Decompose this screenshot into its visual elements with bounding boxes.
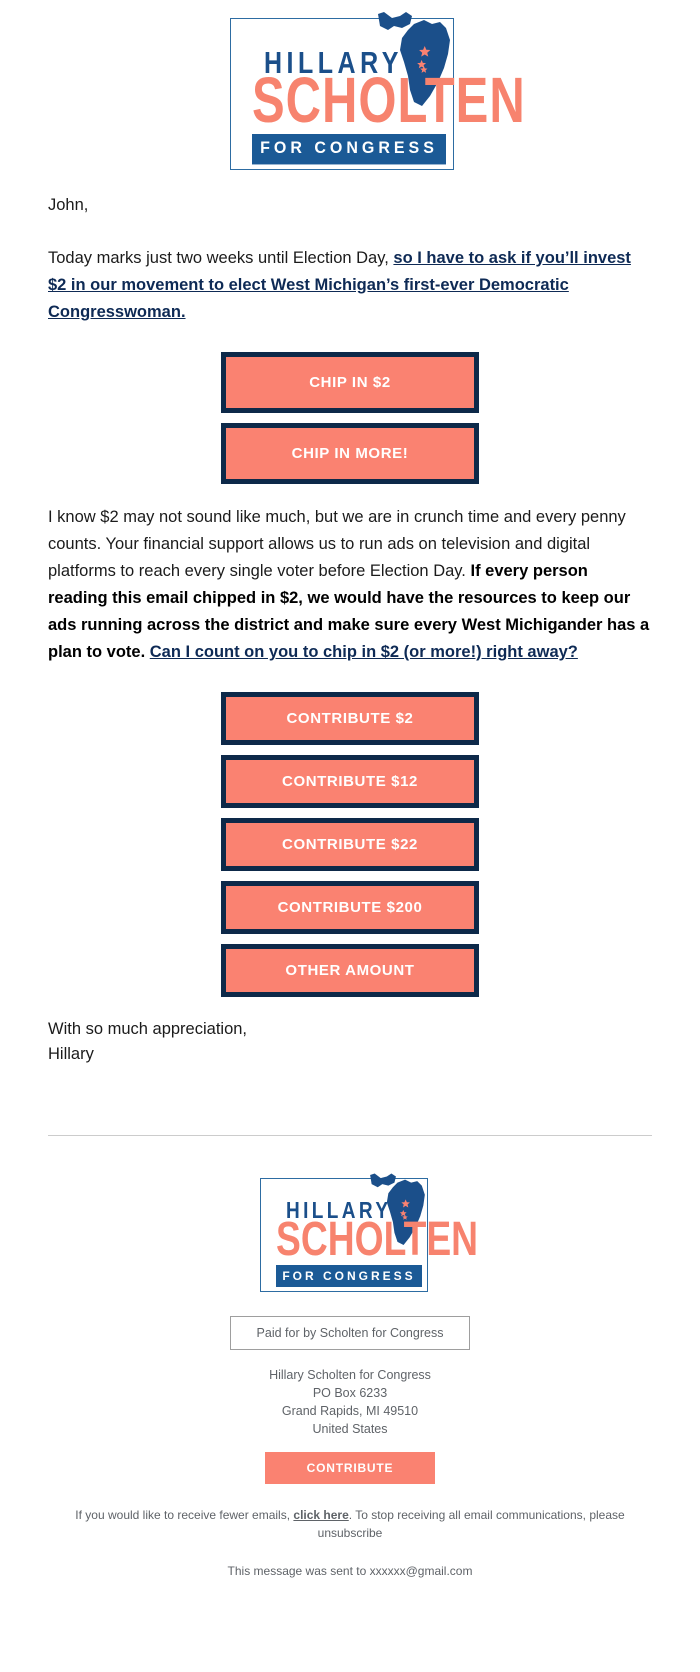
address-line-1: Hillary Scholten for Congress (269, 1368, 431, 1382)
fine-print-after: . To stop receiving all email communicat… (317, 1508, 625, 1540)
paragraph-intro-plain: Today marks just two weeks until Electio… (48, 249, 394, 267)
email-header: HILLARY SCHOLTEN FOR CONGRESS (0, 0, 700, 192)
signoff-line-1: With so much appreciation, (48, 1020, 248, 1038)
campaign-logo[interactable]: HILLARY SCHOLTEN FOR CONGRESS (230, 10, 525, 174)
cta-row: CONTRIBUTE $22 (48, 818, 652, 871)
sent-to-line: This message was sent to xxxxxx@gmail.co… (227, 1564, 473, 1578)
address-line-4: United States (312, 1422, 388, 1436)
email-body: HILLARY SCHOLTEN FOR CONGRESS John, Toda… (0, 0, 700, 1620)
fine-print-before: If you would like to receive fewer email… (75, 1508, 294, 1522)
signoff-line-2: Hillary (48, 1045, 94, 1063)
paragraph-intro: Today marks just two weeks until Electio… (48, 245, 652, 326)
footer-logo-tagline: FOR CONGRESS (276, 1265, 422, 1287)
footer-contribute-button[interactable]: CONTRIBUTE (264, 1452, 436, 1484)
address-line-2: PO Box 6233 (312, 1386, 388, 1400)
footer-logo-last-name: SCHOLTEN (276, 1213, 479, 1267)
cta-row: CHIP IN $2 (48, 352, 652, 413)
email-footer: HILLARY SCHOLTEN FOR CONGRESS Paid for b… (0, 1136, 700, 1620)
contribute-12-button[interactable]: CONTRIBUTE $12 (221, 755, 479, 808)
cta-row: CONTRIBUTE $200 (48, 881, 652, 934)
cta-group-primary: CHIP IN $2 CHIP IN MORE! (48, 352, 652, 484)
other-amount-button[interactable]: OTHER AMOUNT (221, 944, 479, 997)
count-on-you-link[interactable]: Can I count on you to chip in $2 (or mor… (150, 643, 578, 661)
chip-in-more-button[interactable]: CHIP IN MORE! (221, 423, 479, 484)
chip-in-2-button[interactable]: CHIP IN $2 (221, 352, 479, 413)
contribute-22-button[interactable]: CONTRIBUTE $22 (221, 818, 479, 871)
address-line-3: Grand Rapids, MI 49510 (281, 1404, 419, 1418)
cta-row: CONTRIBUTE $2 (48, 692, 652, 745)
email-content: John, Today marks just two weeks until E… (0, 192, 700, 1067)
greeting: John, (48, 196, 89, 214)
footer-logo-wrap: HILLARY SCHOLTEN FOR CONGRESS (0, 1172, 700, 1294)
click-here-link[interactable]: click here (293, 1508, 348, 1522)
paragraph-appeal: I know $2 may not sound like much, but w… (48, 504, 652, 666)
paid-for-disclaimer: Paid for by Scholten for Congress (229, 1316, 471, 1350)
logo-last-name: SCHOLTEN (252, 64, 526, 136)
cta-row: CONTRIBUTE $12 (48, 755, 652, 808)
cta-group-amounts: CONTRIBUTE $2 CONTRIBUTE $12 CONTRIBUTE … (48, 692, 652, 997)
logo-tagline: FOR CONGRESS (252, 134, 446, 165)
fine-print: If you would like to receive fewer email… (0, 1506, 700, 1542)
cta-row: OTHER AMOUNT (48, 944, 652, 997)
contribute-200-button[interactable]: CONTRIBUTE $200 (221, 881, 479, 934)
footer-address: Hillary Scholten for Congress PO Box 623… (0, 1366, 700, 1438)
contribute-2-button[interactable]: CONTRIBUTE $2 (221, 692, 479, 745)
signoff: With so much appreciation, Hillary (48, 1017, 652, 1067)
cta-row: CHIP IN MORE! (48, 423, 652, 484)
footer-campaign-logo[interactable]: HILLARY SCHOLTEN FOR CONGRESS (260, 1172, 478, 1294)
